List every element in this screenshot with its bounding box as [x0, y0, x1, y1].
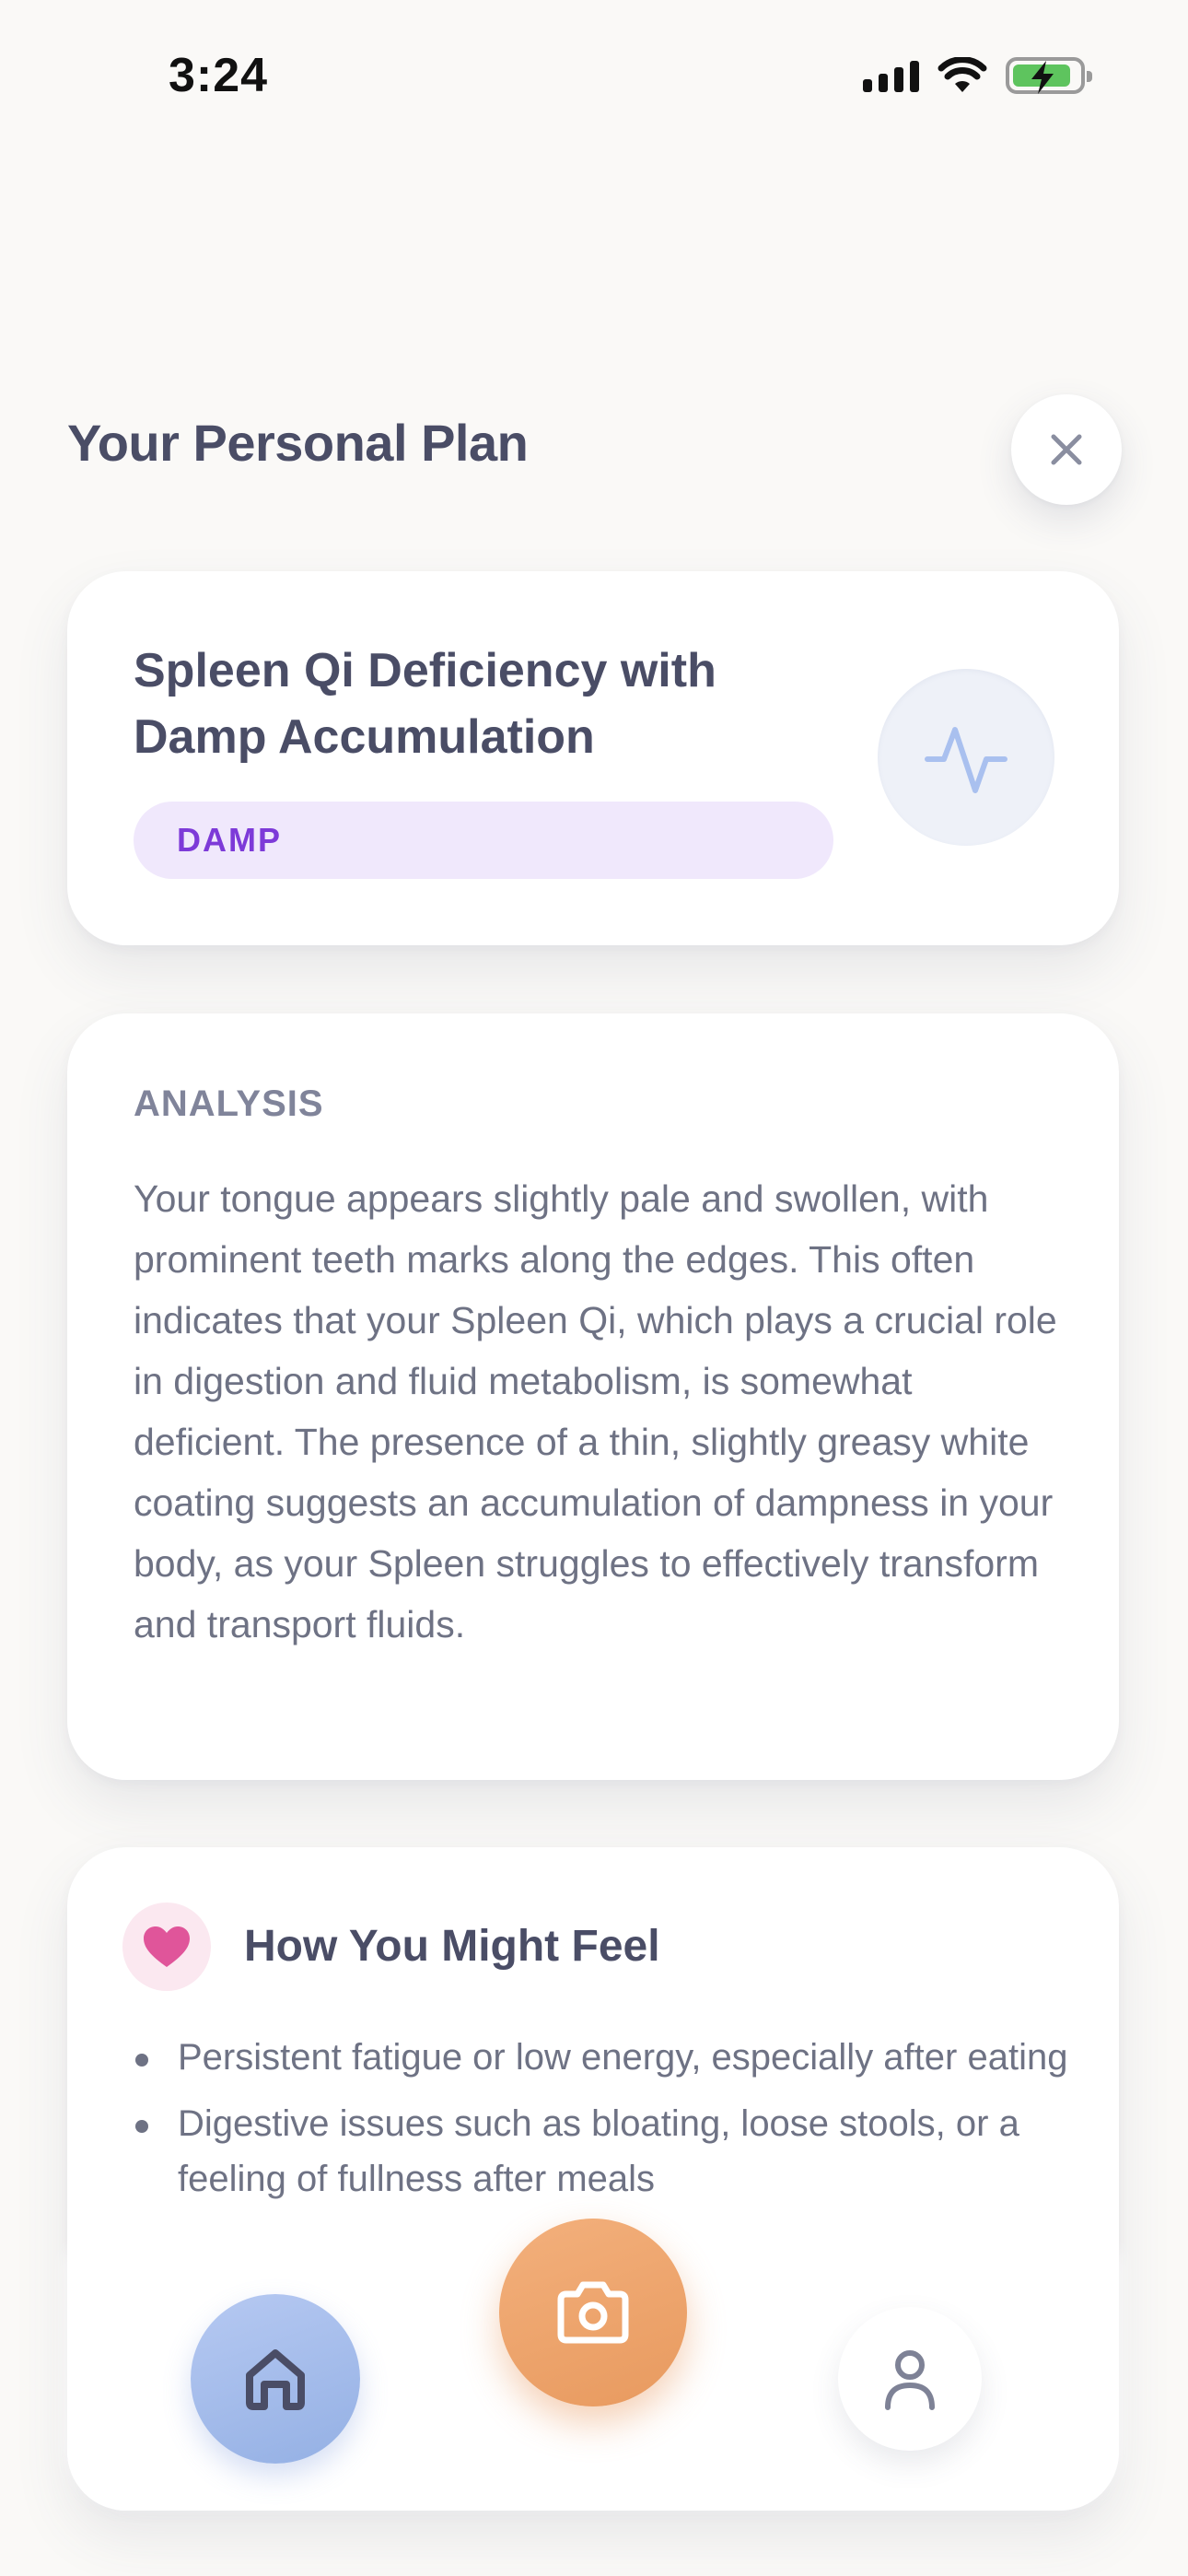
status-time: 3:24: [169, 49, 269, 102]
analysis-text: Your tongue appears slightly pale and sw…: [134, 1177, 1057, 1645]
profile-icon: [885, 2350, 935, 2410]
heart-badge: [122, 1903, 211, 1991]
cellular-signal-icon: [863, 59, 919, 92]
pulse-badge: [878, 669, 1054, 846]
profile-button[interactable]: [838, 2307, 982, 2451]
home-icon: [246, 2349, 305, 2410]
symptom-list: Persistent fatigue or low energy, especi…: [134, 2030, 1073, 2218]
battery-icon: [1006, 57, 1092, 94]
symptom-item: Digestive issues such as bloating, loose…: [134, 2096, 1073, 2207]
close-icon: [1051, 434, 1082, 465]
page-title: Your Personal Plan: [67, 414, 529, 472]
diagnosis-title: Spleen Qi Deficiency with Damp Accumulat…: [134, 644, 716, 764]
heart-icon: [144, 1926, 190, 1967]
home-button[interactable]: [191, 2294, 360, 2464]
feel-title: How You Might Feel: [244, 1922, 660, 1971]
diagnosis-card: Spleen Qi Deficiency with Damp Accumulat…: [67, 571, 1119, 945]
close-button[interactable]: [1011, 394, 1122, 505]
camera-button[interactable]: [499, 2219, 687, 2406]
status-icons: [863, 57, 1092, 94]
camera-icon: [557, 2281, 629, 2344]
analysis-card: ANALYSIS Your tongue appears slightly pa…: [67, 1013, 1119, 1780]
diagnosis-tag-label: DAMP: [177, 821, 282, 859]
pulse-icon: [925, 727, 1007, 793]
diagnosis-tag: DAMP: [134, 802, 833, 879]
symptom-item: Persistent fatigue or low energy, especi…: [134, 2030, 1073, 2085]
analysis-label: ANALYSIS: [134, 1083, 324, 1124]
wifi-icon: [938, 57, 987, 92]
